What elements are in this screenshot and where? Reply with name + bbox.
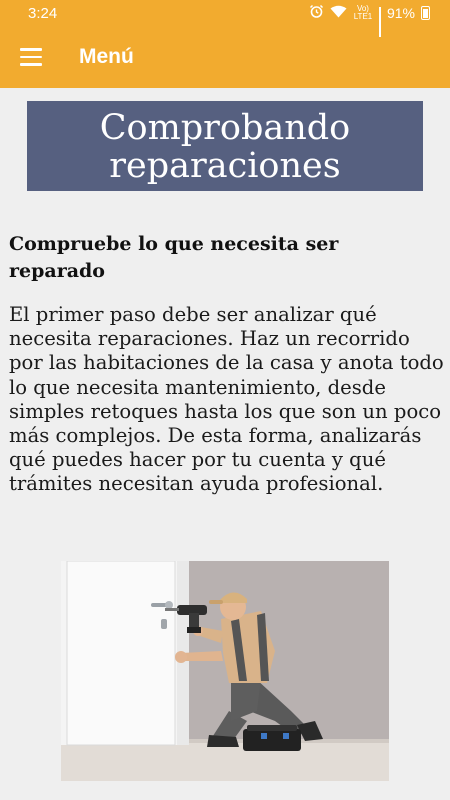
section-heading: Compruebe lo que necesita ser reparado: [9, 233, 339, 282]
app-bar: Menú: [0, 28, 450, 88]
hamburger-menu-icon[interactable]: [20, 48, 42, 66]
signal-icon: [378, 7, 381, 37]
banner-title-line2: reparaciones: [109, 146, 341, 186]
article-banner: Comprobando reparaciones: [27, 101, 423, 191]
menu-title[interactable]: Menú: [79, 45, 134, 69]
article-paragraph: El primer paso debe ser analizar qué nec…: [9, 303, 444, 496]
repairman-drilling-door-photo: [61, 561, 389, 781]
status-icons: Vo) LTE1 91%: [309, 4, 430, 37]
wifi-icon: [330, 5, 347, 21]
alarm-icon: [309, 4, 324, 22]
network-label: Vo) LTE1: [353, 4, 373, 21]
app-header: 3:24 Vo) LTE1 91% Menú: [0, 0, 450, 88]
status-time: 3:24: [28, 5, 58, 22]
status-bar: 3:24 Vo) LTE1 91%: [0, 0, 450, 37]
battery-icon: [421, 6, 430, 20]
battery-percent: 91%: [386, 5, 415, 21]
banner-title-line1: Comprobando: [99, 108, 351, 148]
